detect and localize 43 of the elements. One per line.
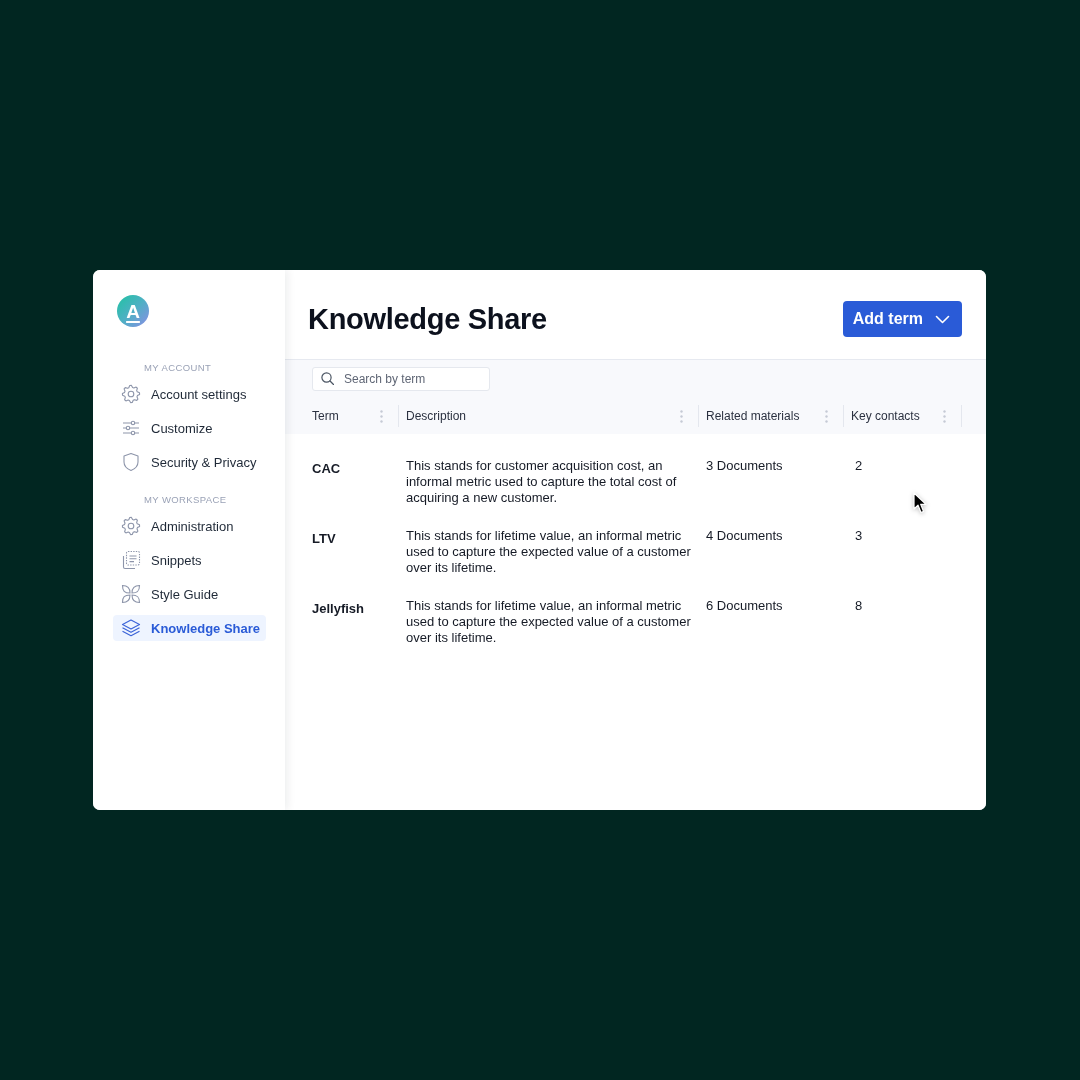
sidebar-item[interactable]: Knowledge Share [113,615,267,641]
table-cell: 6 Documents [706,598,783,614]
app-logo: A [117,295,149,327]
table-cell: CAC [312,461,341,477]
shield-icon [121,452,141,472]
more-icon[interactable] [680,409,683,423]
column-header: Related materials [706,409,800,423]
table-cell: 2 [855,458,863,474]
column-header: Key contacts [851,409,920,423]
document-icon [121,550,141,570]
table-cell-text: This stands for customer acquisition cost, an informal metric used to capture the total cost of acquiring a new customer. [406,458,678,506]
gear-icon [121,516,141,536]
more-icon[interactable] [825,409,828,423]
section-heading: MY ACCOUNT [144,362,212,374]
page-title: Knowledge Share [308,302,547,336]
sidebar-item[interactable]: Administration [113,513,240,539]
table-cell: 4 Documents [706,528,783,544]
more-icon[interactable] [380,409,383,423]
sidebar-item[interactable]: Customize [113,415,219,441]
sidebar-item[interactable]: Style Guide [113,581,225,607]
search-field[interactable]: Search by term [312,367,490,391]
chevron-down-icon [935,314,950,324]
table-cell: LTV [312,531,336,547]
sidebar-item[interactable]: Snippets [113,547,208,573]
sliders-icon [121,418,141,438]
section-heading: MY WORKSPACE [144,494,227,506]
column-header: Description [406,409,467,423]
more-icon[interactable] [943,409,946,423]
table-cell: 3 [855,528,863,544]
gear-icon [121,384,141,404]
table-cell-text: This stands for lifetime value, an informal metric used to capture the expected value of a customer over its lifetime. [406,528,692,576]
mouse-pointer-icon [913,492,927,514]
add-term-button[interactable]: Add term [842,301,962,337]
column-header: Term [312,409,339,423]
table-cell-text: This stands for lifetime value, an informal metric used to capture the expected value of a customer over its lifetime. [406,598,692,646]
search-icon [321,372,334,385]
petals-icon [121,584,141,604]
sidebar-item[interactable]: Security & Privacy [113,449,263,475]
table-cell: 3 Documents [706,458,783,474]
table-cell: Jellyfish [312,601,365,617]
layers-icon [121,618,141,638]
table-cell: 8 [855,598,863,614]
sidebar-item[interactable]: Account settings [113,381,253,407]
